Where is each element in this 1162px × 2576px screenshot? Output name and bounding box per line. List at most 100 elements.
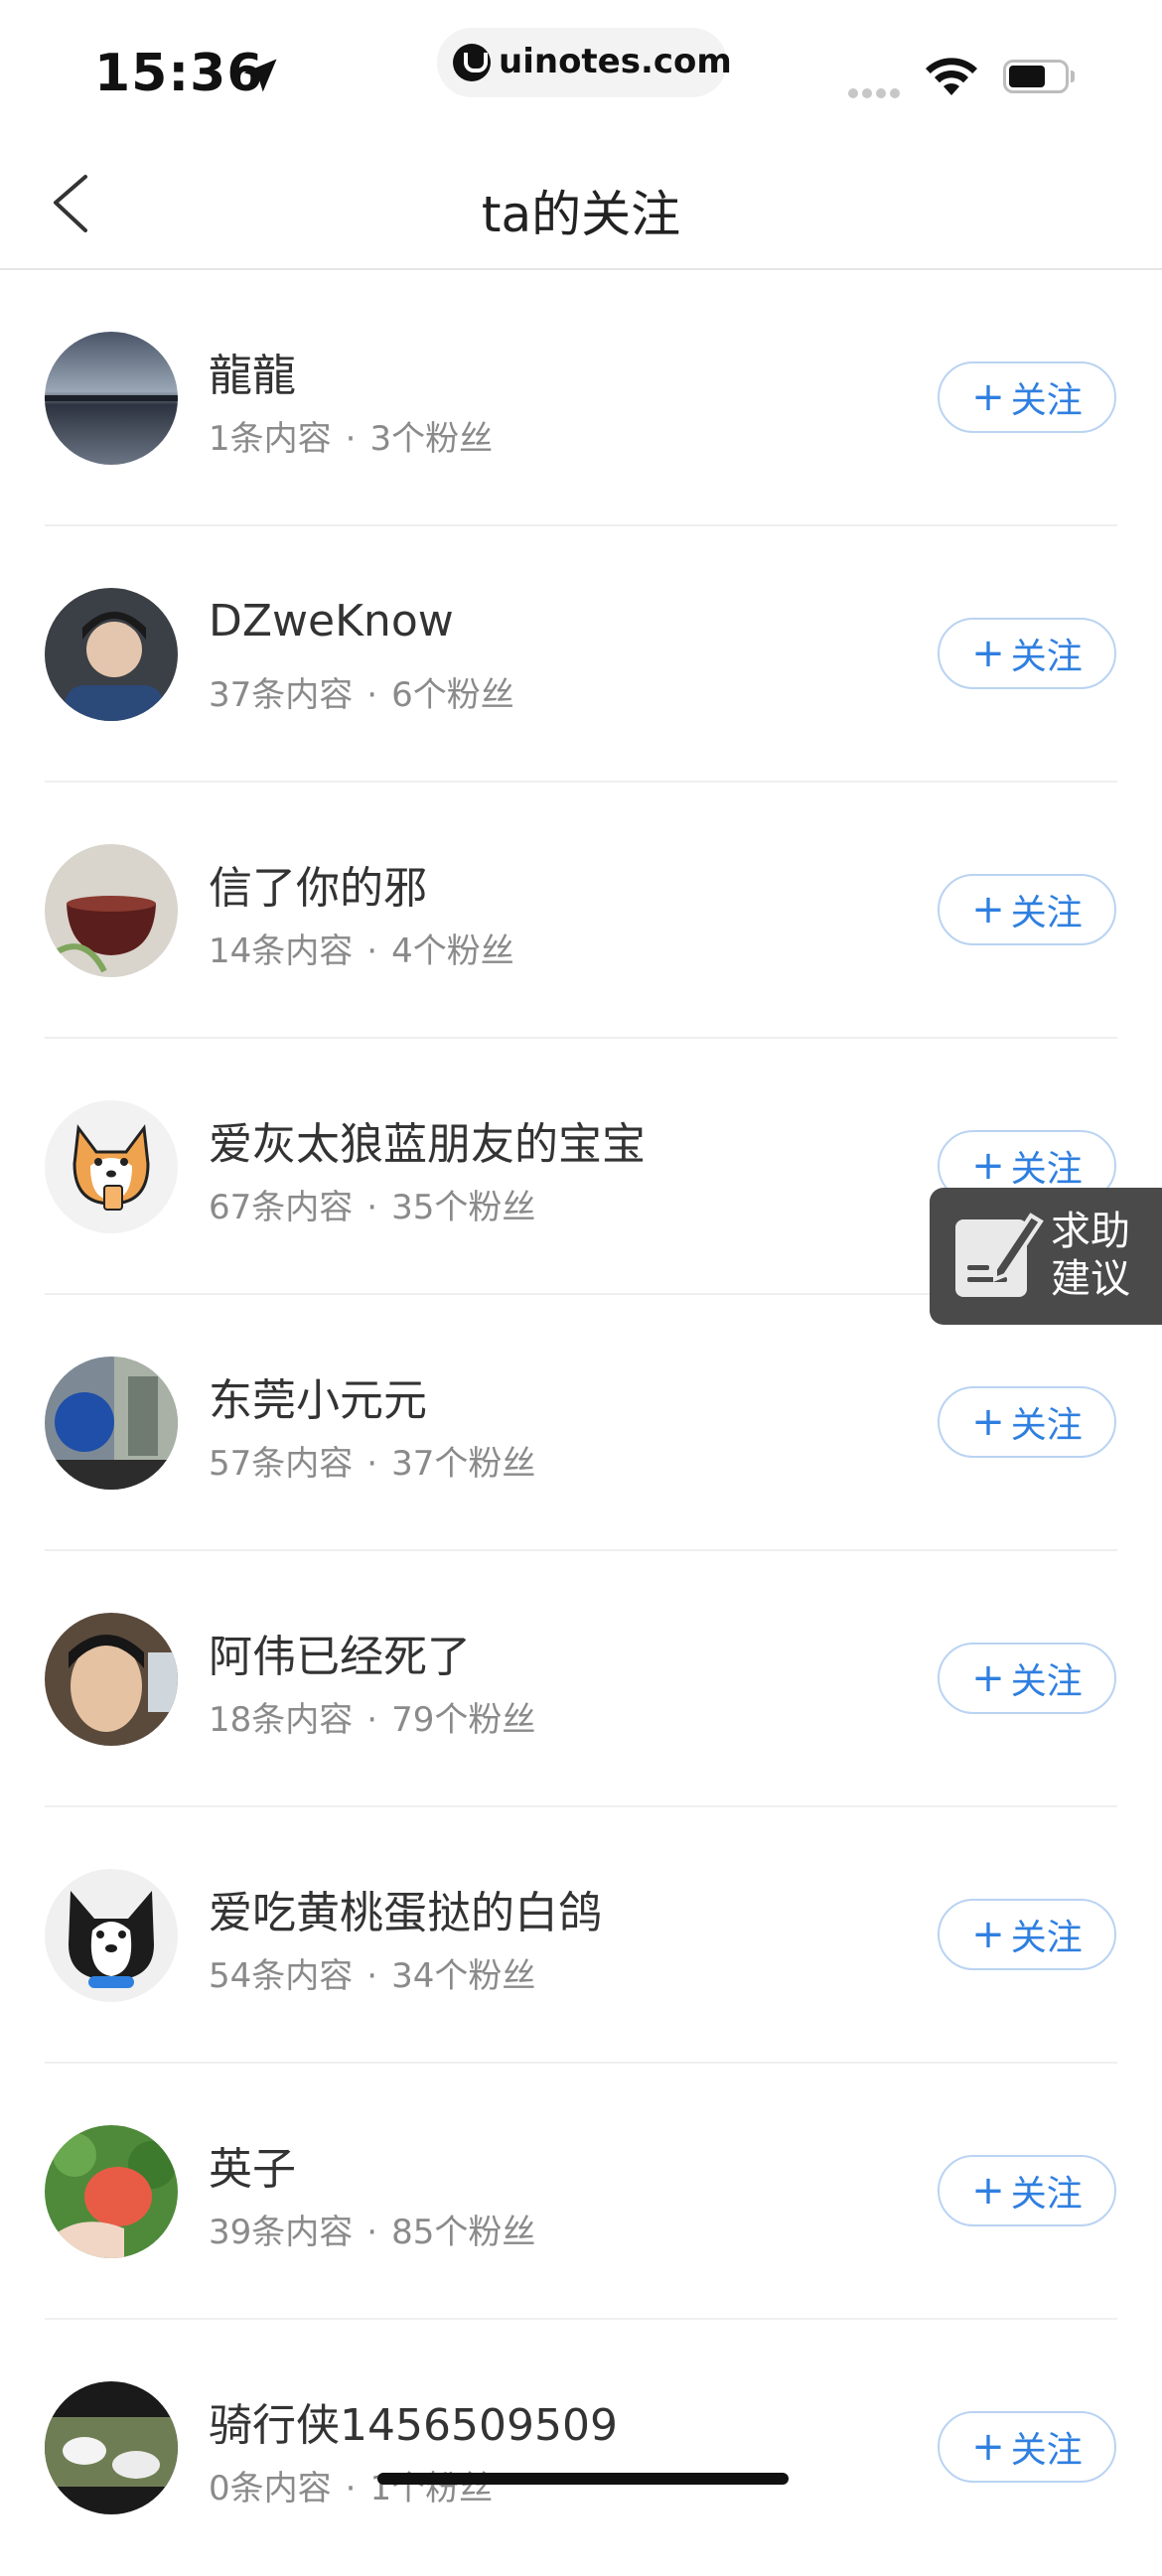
- fan-count: 35个粉丝: [391, 1188, 536, 1227]
- user-stats: 54条内容 · 34个粉丝: [209, 1948, 535, 1997]
- avatar[interactable]: [45, 1357, 178, 1490]
- separator-dot: ·: [366, 931, 378, 971]
- user-name[interactable]: 爱吃黄桃蛋挞的白鸽: [209, 1877, 602, 1940]
- user-stats: 18条内容 · 79个粉丝: [209, 1692, 535, 1741]
- follow-button-label: 关注: [1010, 637, 1083, 677]
- follow-button-label: 关注: [1010, 1149, 1083, 1190]
- user-name[interactable]: 信了你的邪: [209, 852, 427, 916]
- user-stats: 37条内容 · 6个粉丝: [209, 667, 514, 716]
- avatar[interactable]: [45, 1100, 178, 1233]
- follow-button[interactable]: + 关注: [938, 618, 1116, 689]
- list-item[interactable]: 爱吃黄桃蛋挞的白鸽 54条内容 · 34个粉丝 + 关注: [0, 1807, 1162, 2064]
- cellular-signal-icon: [848, 83, 908, 98]
- avatar[interactable]: [45, 588, 178, 721]
- user-stats: 57条内容 · 37个粉丝: [209, 1436, 535, 1485]
- post-count: 14条内容: [209, 931, 354, 971]
- separator-dot: ·: [366, 1700, 378, 1740]
- plus-icon: +: [971, 1143, 1005, 1189]
- site-logo-icon: [453, 44, 491, 81]
- follow-button-label: 关注: [1010, 1918, 1083, 1958]
- fan-count: 34个粉丝: [391, 1956, 536, 1996]
- pen-note-icon: [955, 1213, 1044, 1297]
- list-item[interactable]: DZweKnow 37条内容 · 6个粉丝 + 关注: [0, 526, 1162, 783]
- url-pill[interactable]: uinotes.com: [437, 28, 732, 97]
- user-name[interactable]: 阿伟已经死了: [209, 1621, 471, 1684]
- follow-button[interactable]: + 关注: [938, 361, 1116, 433]
- fan-count: 4个粉丝: [391, 931, 514, 971]
- plus-icon: +: [971, 2424, 1005, 2470]
- avatar[interactable]: [45, 844, 178, 977]
- nav-bar: ta的关注: [0, 139, 1162, 270]
- plus-icon: +: [971, 2168, 1005, 2214]
- separator-dot: ·: [366, 2213, 378, 2252]
- help-label-line2: 建议: [1051, 1256, 1130, 1302]
- user-name[interactable]: 东莞小元元: [209, 1364, 427, 1428]
- list-item[interactable]: 信了你的邪 14条内容 · 4个粉丝 + 关注: [0, 783, 1162, 1039]
- follow-button-label: 关注: [1010, 1405, 1083, 1446]
- help-label-line1: 求助: [1051, 1209, 1130, 1254]
- follow-button-label: 关注: [1010, 1661, 1083, 1702]
- plus-icon: +: [971, 1912, 1005, 1957]
- user-name[interactable]: 龍龍: [209, 340, 296, 403]
- follow-button[interactable]: + 关注: [938, 1386, 1116, 1458]
- location-arrow-icon: [243, 59, 277, 92]
- list-item[interactable]: 阿伟已经死了 18条内容 · 79个粉丝 + 关注: [0, 1551, 1162, 1807]
- post-count: 54条内容: [209, 1956, 354, 1996]
- plus-icon: +: [971, 887, 1005, 932]
- post-count: 0条内容: [209, 2469, 332, 2508]
- follow-button[interactable]: + 关注: [938, 874, 1116, 945]
- post-count: 57条内容: [209, 1444, 354, 1484]
- fan-count: 85个粉丝: [391, 2213, 536, 2252]
- post-count: 18条内容: [209, 1700, 354, 1740]
- battery-icon: [1003, 60, 1075, 93]
- post-count: 1条内容: [209, 419, 332, 459]
- separator-dot: ·: [366, 1188, 378, 1227]
- avatar[interactable]: [45, 1869, 178, 2002]
- follow-button[interactable]: + 关注: [938, 1899, 1116, 1970]
- fan-count: 6个粉丝: [391, 675, 514, 715]
- user-name[interactable]: DZweKnow: [209, 596, 454, 646]
- separator-dot: ·: [345, 419, 357, 459]
- wifi-icon: [926, 58, 977, 95]
- list-item[interactable]: 龍龍 1条内容 · 3个粉丝 + 关注: [0, 270, 1162, 526]
- avatar[interactable]: [45, 2125, 178, 2258]
- user-name[interactable]: 骑行侠1456509509: [209, 2389, 618, 2453]
- separator-dot: ·: [366, 675, 378, 715]
- home-indicator[interactable]: [377, 2473, 789, 2485]
- post-count: 67条内容: [209, 1188, 354, 1227]
- user-name[interactable]: 爱灰太狼蓝朋友的宝宝: [209, 1108, 646, 1172]
- list-item[interactable]: 英子 39条内容 · 85个粉丝 + 关注: [0, 2064, 1162, 2320]
- follow-button-label: 关注: [1010, 2430, 1083, 2471]
- follow-button[interactable]: + 关注: [938, 2411, 1116, 2483]
- fan-count: 3个粉丝: [369, 419, 494, 459]
- status-bar: 15:36 uinotes.com: [0, 0, 1162, 139]
- separator-dot: ·: [345, 2469, 357, 2508]
- post-count: 39条内容: [209, 2213, 354, 2252]
- list-item[interactable]: 东莞小元元 57条内容 · 37个粉丝 + 关注: [0, 1295, 1162, 1551]
- user-stats: 14条内容 · 4个粉丝: [209, 924, 514, 972]
- user-stats: 1条内容 · 3个粉丝: [209, 411, 493, 460]
- plus-icon: +: [971, 374, 1005, 420]
- help-suggestion-button[interactable]: 求助 建议: [930, 1188, 1162, 1325]
- fan-count: 79个粉丝: [391, 1700, 536, 1740]
- list-item[interactable]: 骑行侠1456509509 0条内容 · 1个粉丝 + 关注: [0, 2320, 1162, 2576]
- help-label: 求助 建议: [1051, 1208, 1130, 1303]
- separator-dot: ·: [366, 1956, 378, 1996]
- plus-icon: +: [971, 1655, 1005, 1701]
- user-stats: 67条内容 · 35个粉丝: [209, 1180, 535, 1228]
- separator-dot: ·: [366, 1444, 378, 1484]
- post-count: 37条内容: [209, 675, 354, 715]
- plus-icon: +: [971, 631, 1005, 676]
- avatar[interactable]: [45, 2381, 178, 2514]
- url-text: uinotes.com: [499, 42, 732, 81]
- user-stats: 39条内容 · 85个粉丝: [209, 2205, 535, 2253]
- fan-count: 37个粉丝: [391, 1444, 536, 1484]
- follow-button-label: 关注: [1010, 2174, 1083, 2215]
- follow-button[interactable]: + 关注: [938, 2155, 1116, 2226]
- plus-icon: +: [971, 1399, 1005, 1445]
- user-name[interactable]: 英子: [209, 2133, 296, 2197]
- follow-button[interactable]: + 关注: [938, 1643, 1116, 1714]
- avatar[interactable]: [45, 1613, 178, 1746]
- avatar[interactable]: [45, 332, 178, 465]
- page-title: ta的关注: [481, 186, 681, 243]
